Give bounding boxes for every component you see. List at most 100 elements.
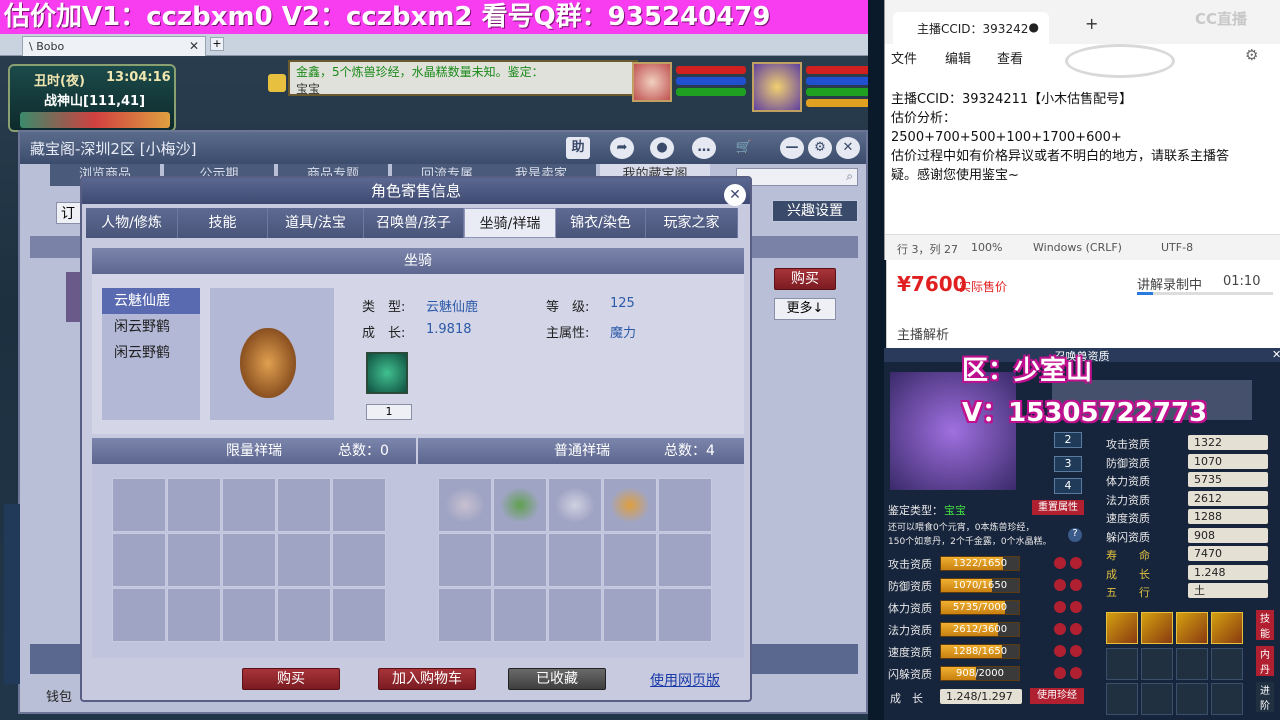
cart-icon[interactable]: 🛒 bbox=[732, 137, 756, 159]
record-icon[interactable]: ● bbox=[650, 137, 674, 159]
pet-tab-3[interactable]: 3 bbox=[1054, 456, 1082, 472]
notepad-text-area[interactable]: 主播CCID：39324211【小木估售配号】 估价分析： 2500+700+5… bbox=[891, 90, 1275, 185]
tab-character[interactable]: 人物/修炼 bbox=[86, 208, 178, 238]
close-icon[interactable]: ✕ bbox=[1272, 348, 1280, 361]
plus-icon[interactable] bbox=[1054, 667, 1066, 679]
plus-icon[interactable] bbox=[1054, 579, 1066, 591]
close-icon[interactable]: ✕ bbox=[189, 39, 199, 53]
plus-icon[interactable] bbox=[1054, 557, 1066, 569]
inner-core-tab[interactable]: 内丹 bbox=[1256, 646, 1274, 676]
empty-slot[interactable] bbox=[603, 533, 657, 587]
tab-skills[interactable]: 技能 bbox=[178, 208, 268, 238]
rare-mount-slot[interactable] bbox=[603, 478, 657, 532]
shop-buy-button[interactable]: 购买 bbox=[774, 268, 836, 290]
empty-slot[interactable] bbox=[277, 533, 331, 587]
rare-mount-slot[interactable] bbox=[548, 478, 602, 532]
close-icon[interactable]: ✕ bbox=[836, 137, 860, 159]
tab-pets[interactable]: 召唤兽/孩子 bbox=[364, 208, 464, 238]
plus-icon[interactable] bbox=[1054, 645, 1066, 657]
empty-skill-slot[interactable] bbox=[1141, 648, 1173, 680]
list-item[interactable]: 闲云野鹤 bbox=[102, 314, 200, 340]
empty-slot[interactable] bbox=[332, 533, 386, 587]
interest-settings-button[interactable]: 兴趣设置 bbox=[772, 200, 858, 222]
pet-tab-4[interactable]: 4 bbox=[1054, 478, 1082, 494]
plus-icon[interactable] bbox=[1054, 623, 1066, 635]
favorited-button[interactable]: 已收藏 bbox=[508, 668, 606, 690]
empty-slot[interactable] bbox=[167, 478, 221, 532]
minus-icon[interactable] bbox=[1070, 667, 1082, 679]
empty-skill-slot[interactable] bbox=[1141, 683, 1173, 715]
help-button[interactable]: 助 bbox=[566, 137, 590, 159]
minus-icon[interactable] bbox=[1070, 579, 1082, 591]
chat-icon[interactable]: … bbox=[692, 137, 716, 159]
empty-slot[interactable] bbox=[658, 588, 712, 642]
notepad-tab[interactable]: 主播CCID：393242 ● bbox=[893, 12, 1049, 44]
skill-icon[interactable] bbox=[1176, 612, 1208, 644]
minus-icon[interactable] bbox=[1070, 623, 1082, 635]
reset-attr-button[interactable]: 重置属性 bbox=[1032, 500, 1084, 515]
new-tab-icon[interactable]: + bbox=[210, 37, 224, 51]
empty-slot[interactable] bbox=[222, 588, 276, 642]
pet-tab-2[interactable]: 2 bbox=[1054, 432, 1082, 448]
menu-edit[interactable]: 编辑 bbox=[945, 48, 971, 67]
tab-mounts[interactable]: 坐骑/祥瑞 bbox=[464, 208, 556, 238]
empty-slot[interactable] bbox=[493, 588, 547, 642]
empty-skill-slot[interactable] bbox=[1106, 648, 1138, 680]
rare-mount-slot[interactable] bbox=[493, 478, 547, 532]
empty-slot[interactable] bbox=[112, 478, 166, 532]
compass-icon[interactable] bbox=[268, 74, 286, 92]
new-tab-icon[interactable]: + bbox=[1085, 14, 1098, 33]
more-button[interactable]: 更多↓ bbox=[774, 298, 836, 320]
empty-slot[interactable] bbox=[167, 533, 221, 587]
help-icon[interactable]: ? bbox=[1068, 528, 1082, 542]
skill-icon[interactable] bbox=[1106, 612, 1138, 644]
empty-slot[interactable] bbox=[603, 588, 657, 642]
empty-slot[interactable] bbox=[222, 478, 276, 532]
empty-skill-slot[interactable] bbox=[1211, 683, 1243, 715]
player-portrait[interactable] bbox=[752, 62, 802, 112]
empty-slot[interactable] bbox=[112, 533, 166, 587]
empty-slot[interactable] bbox=[277, 478, 331, 532]
empty-slot[interactable] bbox=[112, 588, 166, 642]
minimize-icon[interactable]: — bbox=[780, 137, 804, 159]
side-toolbar[interactable] bbox=[4, 504, 20, 684]
empty-slot[interactable] bbox=[548, 588, 602, 642]
hud-icons[interactable] bbox=[20, 112, 170, 128]
pet-portrait[interactable] bbox=[632, 62, 672, 102]
skill-tab[interactable]: 技能 bbox=[1256, 610, 1274, 640]
menu-file[interactable]: 文件 bbox=[891, 48, 917, 67]
search-icon[interactable]: ⌕ bbox=[846, 169, 853, 184]
empty-skill-slot[interactable] bbox=[1176, 648, 1208, 680]
menu-view[interactable]: 查看 bbox=[997, 48, 1023, 67]
plus-icon[interactable] bbox=[1054, 601, 1066, 613]
empty-slot[interactable] bbox=[277, 588, 331, 642]
browser-tab[interactable]: \ Bobo ✕ bbox=[22, 36, 206, 56]
empty-slot[interactable] bbox=[438, 588, 492, 642]
minus-icon[interactable] bbox=[1070, 645, 1082, 657]
tab-home[interactable]: 玩家之家 bbox=[646, 208, 738, 238]
skill-icon[interactable] bbox=[1141, 612, 1173, 644]
rare-mount-slot[interactable] bbox=[438, 478, 492, 532]
empty-slot[interactable] bbox=[658, 478, 712, 532]
minus-icon[interactable] bbox=[1070, 557, 1082, 569]
empty-skill-slot[interactable] bbox=[1106, 683, 1138, 715]
advance-tab[interactable]: 进阶 bbox=[1256, 682, 1274, 712]
buy-button[interactable]: 购买 bbox=[242, 668, 340, 690]
empty-slot[interactable] bbox=[222, 533, 276, 587]
use-scripture-button[interactable]: 使用珍经 bbox=[1030, 688, 1084, 704]
settings-icon[interactable]: ⚙ bbox=[808, 137, 832, 159]
add-to-cart-button[interactable]: 加入购物车 bbox=[378, 668, 476, 690]
empty-slot[interactable] bbox=[438, 533, 492, 587]
tab-costume[interactable]: 锦衣/染色 bbox=[556, 208, 646, 238]
empty-slot[interactable] bbox=[493, 533, 547, 587]
empty-slot[interactable] bbox=[332, 478, 386, 532]
list-item[interactable]: 云魅仙鹿 bbox=[102, 288, 200, 314]
minus-icon[interactable] bbox=[1070, 601, 1082, 613]
empty-slot[interactable] bbox=[332, 588, 386, 642]
empty-skill-slot[interactable] bbox=[1176, 683, 1208, 715]
web-version-link[interactable]: 使用网页版 bbox=[650, 670, 720, 690]
empty-slot[interactable] bbox=[167, 588, 221, 642]
settings-icon[interactable]: ⚙ bbox=[1245, 46, 1258, 64]
close-icon[interactable]: ✕ bbox=[724, 184, 746, 206]
skill-icon[interactable] bbox=[1211, 612, 1243, 644]
